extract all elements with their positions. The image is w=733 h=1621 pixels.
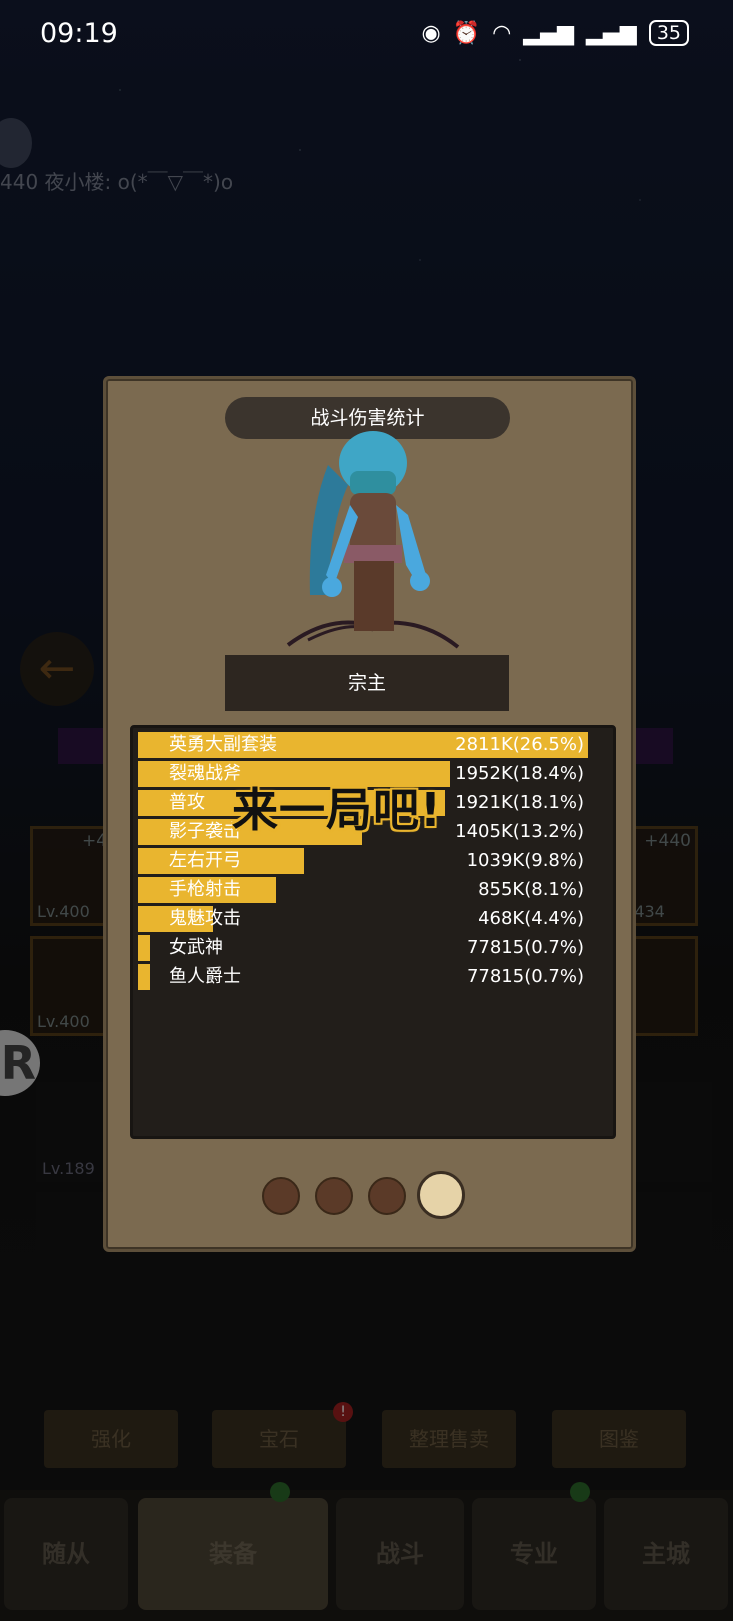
promo-overlay-text: 来一局吧! — [232, 783, 442, 837]
skill-name: 手枪射击 — [169, 879, 241, 900]
character-portrait — [286, 431, 460, 649]
damage-row: 鱼人爵士 77815(0.7%) — [138, 964, 608, 990]
page-dot-4-active[interactable] — [417, 1171, 465, 1219]
page-indicator — [106, 1169, 633, 1219]
battery-icon: 35 — [648, 20, 689, 46]
skill-name: 英勇大副套装 — [169, 734, 277, 755]
damage-value: 1921K(18.1%) — [455, 792, 584, 813]
status-bar: 09:19 ◉ ⏰ ◠ ▂▄▆ ▂▄▆ 35 — [0, 0, 733, 68]
alarm-icon: ⏰ — [452, 20, 481, 46]
damage-value: 1405K(13.2%) — [455, 821, 584, 842]
character-name: 宗主 — [225, 655, 509, 711]
page-dot-1[interactable] — [262, 1177, 300, 1215]
damage-row: 左右开弓 1039K(9.8%) — [138, 848, 608, 874]
skill-name: 裂魂战斧 — [169, 763, 241, 784]
damage-row: 鬼魅攻击 468K(4.4%) — [138, 906, 608, 932]
damage-value: 1039K(9.8%) — [466, 850, 584, 871]
page-dot-2[interactable] — [315, 1177, 353, 1215]
damage-value: 855K(8.1%) — [478, 879, 584, 900]
eye-icon: ◉ — [421, 20, 441, 46]
damage-row: 英勇大副套装 2811K(26.5%) — [138, 732, 608, 758]
damage-bar — [138, 935, 150, 961]
skill-name: 影子袭击 — [169, 821, 241, 842]
damage-value: 468K(4.4%) — [478, 908, 584, 929]
skill-name: 女武神 — [169, 937, 223, 958]
damage-value: 77815(0.7%) — [466, 937, 584, 958]
signal-icon: ▂▄▆ — [523, 20, 575, 46]
damage-row: 手枪射击 855K(8.1%) — [138, 877, 608, 903]
damage-bar — [138, 964, 150, 990]
damage-value: 2811K(26.5%) — [455, 734, 584, 755]
damage-row: 女武神 77815(0.7%) — [138, 935, 608, 961]
skill-name: 左右开弓 — [169, 850, 241, 871]
damage-value: 77815(0.7%) — [466, 966, 584, 987]
signal-icon: ▂▄▆ — [586, 20, 637, 46]
page-dot-3[interactable] — [368, 1177, 406, 1215]
wifi-icon: ◠ — [492, 20, 512, 46]
skill-name: 鱼人爵士 — [169, 966, 241, 987]
clock: 09:19 — [40, 18, 118, 49]
damage-value: 1952K(18.4%) — [455, 763, 584, 784]
skill-name: 普攻 — [169, 792, 205, 813]
skill-name: 鬼魅攻击 — [169, 908, 241, 929]
